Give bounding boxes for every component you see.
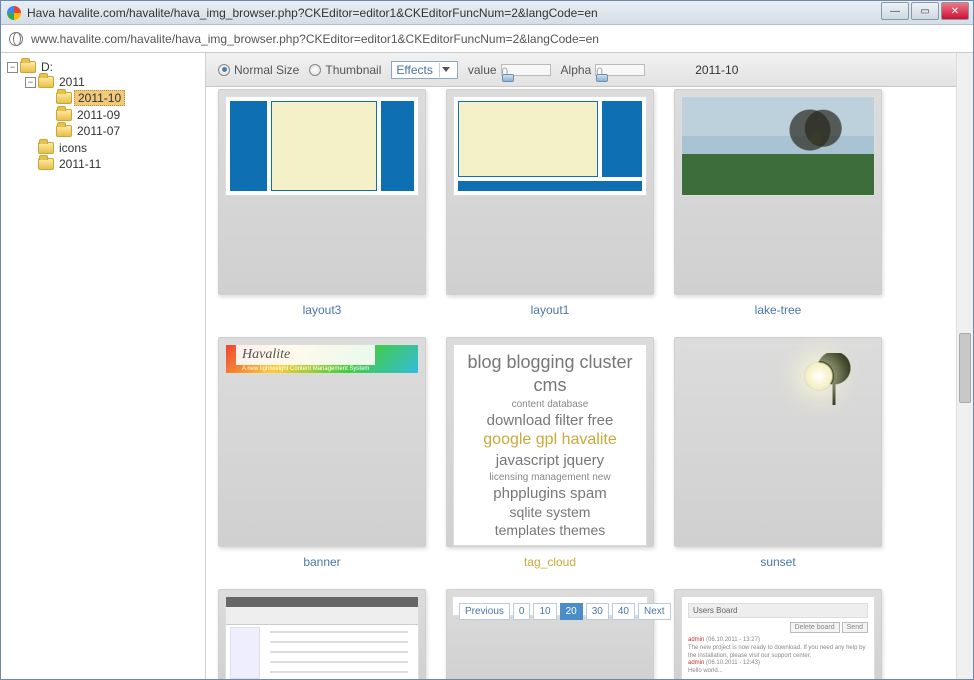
- gallery-item[interactable]: [218, 589, 426, 679]
- chevron-down-icon: [439, 63, 453, 77]
- folder-icon: [38, 76, 54, 88]
- thumbnail-layout3: [225, 96, 419, 196]
- app-window: Hava havalite.com/havalite/hava_img_brow…: [0, 0, 974, 680]
- select-value: Effects: [396, 63, 432, 77]
- main-panel: Normal Size Thumbnail Effects value 0 Al…: [206, 53, 973, 679]
- window-title: Hava havalite.com/havalite/hava_img_brow…: [27, 6, 598, 20]
- effects-select[interactable]: Effects: [391, 61, 457, 79]
- tree-node-2011-11[interactable]: 2011-11: [56, 157, 104, 171]
- banner-title: Havalite: [236, 345, 375, 365]
- close-button[interactable]: ✕: [941, 2, 969, 20]
- gallery-item[interactable]: sunset: [674, 337, 882, 569]
- banner-subtitle: A new lightweight Content Management Sys…: [236, 365, 375, 373]
- caption: banner: [303, 555, 340, 569]
- folder-tree: − D: − 2011: [5, 59, 201, 173]
- folder-icon: [56, 92, 72, 104]
- globe-icon: [9, 32, 23, 46]
- slider-track[interactable]: 0: [595, 64, 645, 76]
- folder-icon: [56, 125, 72, 137]
- value-slider: value 0: [468, 63, 551, 77]
- thumbnail-tag-cloud: blog blogging cluster cms content databa…: [453, 344, 647, 546]
- address-bar[interactable]: www.havalite.com/havalite/hava_img_brows…: [1, 25, 973, 53]
- folder-icon: [38, 158, 54, 170]
- gallery-item[interactable]: lake-tree: [674, 89, 882, 317]
- caption: lake-tree: [755, 303, 802, 317]
- window-buttons: — ▭ ✕: [879, 2, 969, 20]
- current-path: 2011-10: [695, 63, 738, 77]
- address-text: www.havalite.com/havalite/hava_img_brows…: [31, 32, 599, 46]
- tree-node-icons[interactable]: icons: [56, 141, 90, 155]
- gallery-grid: layout3 layout1 lake-tree HavaliteA new …: [218, 87, 961, 679]
- thumbnail-sunset: [681, 344, 875, 346]
- thumbnail-layout1: [453, 96, 647, 196]
- tree-node-2011-09[interactable]: 2011-09: [74, 108, 123, 122]
- radio-thumbnail[interactable]: Thumbnail: [309, 63, 381, 77]
- toolbar: Normal Size Thumbnail Effects value 0 Al…: [206, 53, 973, 87]
- vertical-scrollbar[interactable]: [956, 53, 973, 679]
- scrollbar-thumb[interactable]: [959, 333, 971, 403]
- thumbnail-lake-tree: [681, 96, 875, 196]
- gallery-item[interactable]: blog blogging cluster cms content databa…: [446, 337, 654, 569]
- slider-label: Alpha: [561, 63, 592, 77]
- gallery-item[interactable]: Previous 0 10 20 30 40 Next: [446, 589, 654, 679]
- folder-icon: [56, 109, 72, 121]
- slider-knob-icon[interactable]: [502, 74, 514, 82]
- minimize-button[interactable]: —: [881, 2, 909, 20]
- folder-tree-sidebar: − D: − 2011: [1, 53, 206, 679]
- gallery-item[interactable]: Users Board Delete boardSend admin (06.1…: [674, 589, 882, 679]
- slider-label: value: [468, 63, 497, 77]
- slider-track[interactable]: 0: [501, 64, 551, 76]
- tree-node-root[interactable]: D:: [38, 60, 56, 74]
- caption: tag_cloud: [524, 555, 576, 569]
- alpha-slider: Alpha 0: [561, 63, 646, 77]
- maximize-button[interactable]: ▭: [911, 2, 939, 20]
- caption: sunset: [760, 555, 795, 569]
- tree-node-2011-10[interactable]: 2011-10: [74, 90, 125, 106]
- folder-icon: [38, 142, 54, 154]
- radio-icon: [309, 64, 321, 76]
- tree-node-2011[interactable]: 2011: [56, 75, 88, 89]
- thumbnail-users-board: Users Board Delete boardSend admin (06.1…: [681, 596, 875, 679]
- thumbnail-pager: Previous 0 10 20 30 40 Next: [452, 596, 648, 616]
- radio-label: Normal Size: [234, 63, 299, 77]
- gallery-item[interactable]: layout1: [446, 89, 654, 317]
- gallery-item[interactable]: HavaliteA new lightweight Content Manage…: [218, 337, 426, 569]
- chrome-icon: [7, 6, 21, 20]
- titlebar: Hava havalite.com/havalite/hava_img_brow…: [1, 1, 973, 25]
- image-gallery: layout3 layout1 lake-tree HavaliteA new …: [206, 87, 973, 679]
- radio-label: Thumbnail: [325, 63, 381, 77]
- content: − D: − 2011: [1, 53, 973, 679]
- radio-icon: [218, 64, 230, 76]
- gallery-item[interactable]: layout3: [218, 89, 426, 317]
- tree-toggle[interactable]: −: [25, 77, 36, 88]
- tree-node-2011-07[interactable]: 2011-07: [74, 124, 123, 138]
- radio-normal-size[interactable]: Normal Size: [218, 63, 299, 77]
- thumbnail-editor: [225, 596, 419, 679]
- folder-icon: [20, 61, 36, 73]
- slider-knob-icon[interactable]: [596, 74, 608, 82]
- tree-toggle[interactable]: −: [7, 62, 18, 73]
- caption: layout3: [303, 303, 342, 317]
- caption: layout1: [531, 303, 570, 317]
- thumbnail-banner: HavaliteA new lightweight Content Manage…: [225, 344, 419, 374]
